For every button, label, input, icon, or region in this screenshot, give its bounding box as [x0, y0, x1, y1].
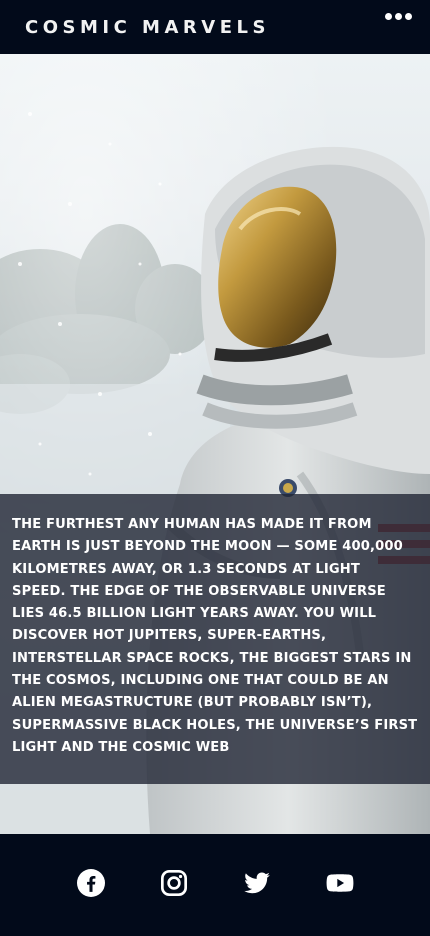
menu-dot	[405, 12, 412, 20]
hero-text-panel: THE FURTHEST ANY HUMAN HAS MADE IT FROM …	[0, 494, 430, 784]
more-horizontal-icon[interactable]	[385, 12, 412, 20]
footer	[0, 834, 430, 936]
top-nav: COSMIC MARVELS	[0, 0, 430, 54]
site-logo[interactable]: COSMIC MARVELS	[25, 17, 270, 38]
instagram-icon[interactable]	[160, 869, 188, 897]
twitter-icon[interactable]	[243, 869, 271, 897]
social-links	[76, 869, 354, 897]
menu-dot	[385, 12, 392, 20]
facebook-icon[interactable]	[76, 869, 105, 897]
youtube-icon[interactable]	[326, 869, 354, 897]
menu-dot	[395, 12, 402, 20]
hero-description: THE FURTHEST ANY HUMAN HAS MADE IT FROM …	[12, 517, 418, 755]
